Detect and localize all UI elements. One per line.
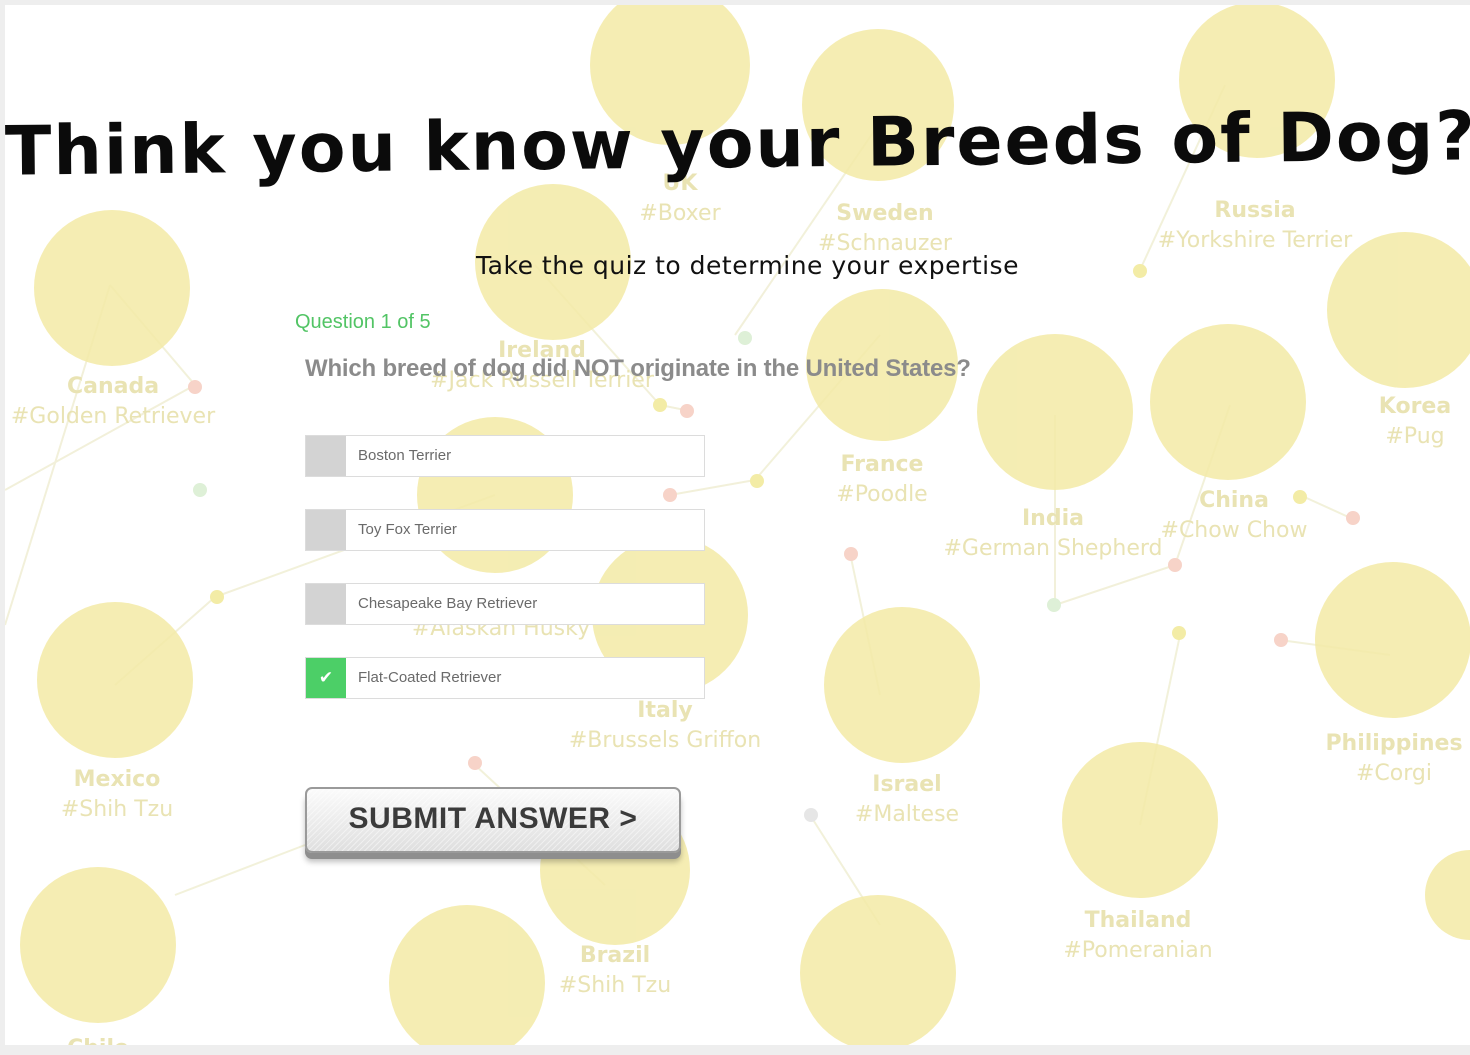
map-breed-label: #Chow Chow — [1161, 518, 1308, 543]
answer-option-label: Chesapeake Bay Retriever — [358, 595, 538, 612]
map-country-label: Russia — [1214, 198, 1295, 223]
answer-option-boston-terrier[interactable]: Boston Terrier — [305, 435, 705, 477]
map-country-label: Canada — [67, 374, 159, 399]
checkbox[interactable] — [306, 584, 346, 624]
map-breed-label: #Golden Retriever — [11, 404, 216, 429]
map-breed-label: #German Shepherd — [943, 536, 1162, 561]
map-breed-label: #Shih Tzu — [559, 973, 671, 998]
map-breed-label: #Pug — [1385, 424, 1444, 449]
map-country-label: Israel — [872, 772, 941, 797]
map-breed-label: #Brussels Griffon — [569, 728, 761, 753]
checkbox[interactable] — [306, 510, 346, 550]
answer-option-chesapeake-bay-retriever[interactable]: Chesapeake Bay Retriever — [305, 583, 705, 625]
map-breed-label: #Boxer — [639, 201, 721, 226]
answer-option-label: Boston Terrier — [358, 447, 452, 464]
map-country-label: Philippines — [1325, 731, 1462, 756]
map-breed-label: #Pomeranian — [1063, 938, 1212, 963]
map-country-label: Brazil — [580, 943, 650, 968]
map-breed-label: #Shih Tzu — [61, 797, 173, 822]
map-country-label: India — [1022, 506, 1084, 531]
page-title: Think you know your Breeds of Dog? — [5, 97, 1470, 192]
question-counter: Question 1 of 5 — [295, 311, 431, 333]
map-country-label: Chile — [67, 1036, 129, 1045]
map-country-label: Mexico — [74, 767, 161, 792]
map-breed-label: #Yorkshire Terrier — [1158, 228, 1353, 253]
map-country-label: Italy — [637, 698, 692, 723]
checkmark-icon[interactable]: ✔ — [306, 658, 346, 698]
map-country-label: Sweden — [836, 201, 933, 226]
answer-option-flat-coated-retriever[interactable]: ✔ Flat-Coated Retriever — [305, 657, 705, 699]
map-breed-label: #Maltese — [855, 802, 959, 827]
map-breed-label: #Poodle — [836, 482, 927, 507]
question-text: Which breed of dog did NOT originate in … — [305, 355, 971, 382]
submit-answer-button[interactable]: SUBMIT ANSWER > — [305, 787, 681, 853]
map-country-label: Thailand — [1085, 908, 1192, 933]
quiz-page: UK #Boxer Sweden #Schnauzer Russia #Yorkshire… — [5, 5, 1470, 1045]
answer-option-label: Flat-Coated Retriever — [358, 669, 502, 686]
map-country-label: China — [1199, 488, 1269, 513]
page-subtitle: Take the quiz to determine your expertis… — [476, 251, 1019, 280]
map-breed-label: #Corgi — [1356, 761, 1432, 786]
map-country-label: Korea — [1379, 394, 1451, 419]
answer-option-label: Toy Fox Terrier — [358, 521, 457, 538]
map-country-label: France — [841, 452, 924, 477]
checkbox[interactable] — [306, 436, 346, 476]
answer-option-toy-fox-terrier[interactable]: Toy Fox Terrier — [305, 509, 705, 551]
